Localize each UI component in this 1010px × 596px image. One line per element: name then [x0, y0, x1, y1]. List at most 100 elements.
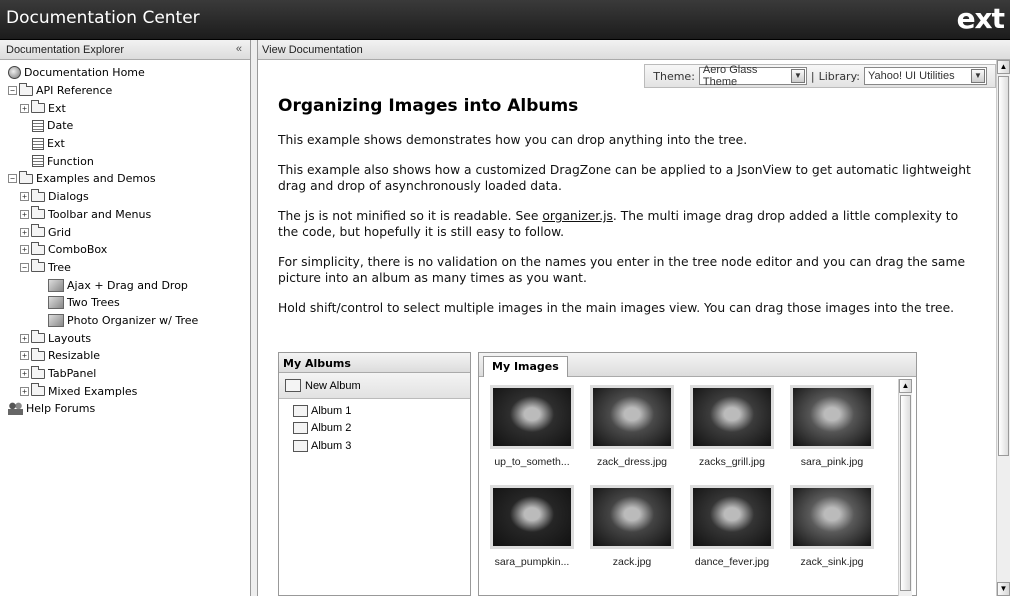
- organizer-js-link[interactable]: organizer.js: [542, 209, 613, 223]
- tree-node-label: Toolbar and Menus: [48, 207, 152, 221]
- expand-icon[interactable]: +: [20, 209, 29, 219]
- tree-node[interactable]: Documentation Home: [8, 64, 250, 82]
- folder-open-icon: [19, 170, 33, 184]
- tree-node[interactable]: + Toolbar and Menus: [8, 206, 250, 224]
- expand-icon[interactable]: +: [20, 245, 29, 255]
- chevron-down-icon[interactable]: ▼: [790, 69, 805, 83]
- collapse-icon[interactable]: −: [8, 174, 17, 184]
- collapse-left-icon[interactable]: «: [236, 43, 242, 55]
- tree-node[interactable]: − Examples and Demos: [8, 170, 250, 188]
- album-label: Album 3: [311, 439, 352, 452]
- collapse-icon[interactable]: −: [8, 86, 17, 96]
- folder-icon: [31, 330, 45, 344]
- image-thumbnail[interactable]: up_to_someth...: [485, 385, 579, 480]
- albums-header: My Albums: [279, 353, 470, 373]
- scroll-up-icon[interactable]: ▲: [899, 379, 912, 393]
- tree-node[interactable]: − Tree: [8, 259, 250, 277]
- album-item[interactable]: Album 1: [279, 402, 470, 420]
- images-tabstrip: My Images: [479, 353, 916, 377]
- new-album-label: New Album: [305, 379, 361, 392]
- tree-node[interactable]: Function: [8, 152, 250, 170]
- new-album-button[interactable]: New Album: [279, 373, 470, 399]
- tree-node-label: Examples and Demos: [36, 172, 156, 186]
- tree-node[interactable]: Ajax + Drag and Drop: [8, 276, 250, 294]
- class-doc-icon: [32, 137, 44, 150]
- expand-icon[interactable]: +: [20, 103, 29, 113]
- image-caption: zack_sink.jpg: [800, 556, 864, 568]
- theme-library-toolbar: Theme: Aero Glass Theme ▼ | Library: Yah…: [644, 64, 996, 88]
- tree-node[interactable]: + Grid: [8, 223, 250, 241]
- photo-image: [590, 385, 674, 449]
- tree-node[interactable]: + Ext: [8, 99, 250, 117]
- my-images-panel: My Images up_to_someth... zack_dress.jpg z…: [478, 352, 917, 596]
- globe-icon: [8, 66, 21, 80]
- view-documentation-panel: View Documentation Theme: Aero Glass The…: [257, 40, 1010, 596]
- album-item[interactable]: Album 3: [279, 437, 470, 455]
- tree-node-label: Documentation Home: [24, 66, 145, 80]
- dragzone-paragraph: This example also shows how a customized…: [278, 163, 971, 193]
- tree-node[interactable]: − API Reference: [8, 82, 250, 100]
- class-doc-icon: [32, 155, 44, 168]
- tree-node-label: Photo Organizer w/ Tree: [67, 313, 199, 327]
- chevron-down-icon[interactable]: ▼: [971, 69, 985, 83]
- expand-icon[interactable]: +: [20, 386, 29, 396]
- scroll-up-icon[interactable]: ▲: [997, 60, 1010, 74]
- image-thumbnail[interactable]: sara_pumpkin...: [485, 485, 579, 580]
- scroll-thumb[interactable]: [900, 395, 911, 591]
- explorer-title: Documentation Explorer: [6, 44, 125, 56]
- images-scrollbar[interactable]: ▲: [898, 379, 912, 596]
- expand-icon[interactable]: +: [20, 333, 29, 343]
- tree-node[interactable]: + Resizable: [8, 347, 250, 365]
- example-icon: [48, 296, 64, 310]
- tree-node-label: Help Forums: [26, 402, 96, 416]
- image-thumbnail[interactable]: zacks_grill.jpg: [685, 385, 779, 480]
- album-list: Album 1 Album 2 Album 3: [279, 399, 470, 455]
- tree-node-label: Ext: [48, 101, 66, 115]
- tree-node[interactable]: + TabPanel: [8, 365, 250, 383]
- tree-node-label: API Reference: [36, 84, 113, 98]
- image-thumbnail[interactable]: dance_fever.jpg: [685, 485, 779, 580]
- view-title: View Documentation: [262, 44, 363, 56]
- tree-node[interactable]: Ext: [8, 135, 250, 153]
- image-thumbnail[interactable]: zack_dress.jpg: [585, 385, 679, 480]
- tab-my-images[interactable]: My Images: [483, 356, 568, 377]
- image-thumbnail[interactable]: zack.jpg: [585, 485, 679, 580]
- tree-node[interactable]: Two Trees: [8, 294, 250, 312]
- library-select[interactable]: Yahoo! UI Utilities ▼: [864, 67, 987, 85]
- tree-node[interactable]: Date: [8, 117, 250, 135]
- image-caption: zacks_grill.jpg: [699, 456, 765, 468]
- library-value: Yahoo! UI Utilities: [868, 70, 955, 82]
- content-scrollbar[interactable]: ▲ ▼: [996, 60, 1010, 596]
- tree-node-label: Two Trees: [67, 296, 120, 310]
- tree-node[interactable]: + Layouts: [8, 329, 250, 347]
- image-caption: dance_fever.jpg: [694, 556, 770, 568]
- app-header: Documentation Center ext: [0, 0, 1010, 40]
- folder-open-icon: [31, 259, 45, 273]
- tree-node-label: Mixed Examples: [48, 384, 138, 398]
- doc-content: Organizing Images into Albums This examp…: [278, 96, 978, 330]
- album-item[interactable]: Album 2: [279, 420, 470, 438]
- tree-node[interactable]: + Mixed Examples: [8, 382, 250, 400]
- expand-icon[interactable]: +: [20, 351, 29, 361]
- my-albums-panel: My Albums New Album Album 1 Album 2 Album …: [278, 352, 471, 596]
- photo-image: [590, 485, 674, 549]
- tree-node-label: Date: [47, 119, 74, 133]
- expand-icon[interactable]: +: [20, 227, 29, 237]
- image-thumbnail[interactable]: sara_pink.jpg: [785, 385, 879, 480]
- expand-icon[interactable]: +: [20, 369, 29, 379]
- view-header: View Documentation: [258, 40, 1010, 60]
- scroll-thumb[interactable]: [998, 76, 1009, 456]
- collapse-icon[interactable]: −: [20, 262, 29, 272]
- tree-node-label: Resizable: [48, 349, 101, 363]
- theme-select[interactable]: Aero Glass Theme ▼: [698, 64, 807, 88]
- image-thumbnail[interactable]: zack_sink.jpg: [785, 485, 879, 580]
- expand-icon[interactable]: +: [20, 192, 29, 202]
- multiselect-paragraph: Hold shift/control to select multiple im…: [278, 301, 955, 315]
- tree-node[interactable]: + ComboBox: [8, 241, 250, 259]
- tree-node[interactable]: + Dialogs: [8, 188, 250, 206]
- photo-image: [790, 385, 874, 449]
- scroll-down-icon[interactable]: ▼: [997, 582, 1010, 596]
- app-title: Documentation Center: [6, 8, 200, 28]
- tree-node[interactable]: Help Forums: [8, 400, 250, 418]
- tree-node[interactable]: Photo Organizer w/ Tree: [8, 312, 250, 330]
